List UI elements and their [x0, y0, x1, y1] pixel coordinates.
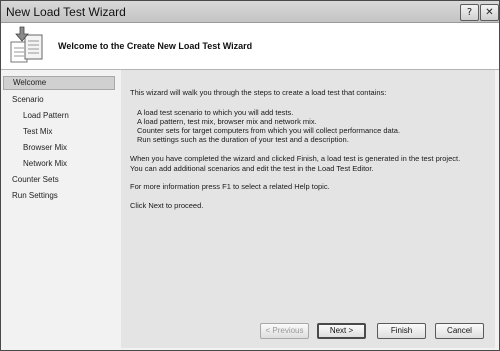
- help-note: For more information press F1 to select …: [130, 182, 330, 191]
- sidebar-item-network-mix[interactable]: Network Mix: [3, 157, 115, 171]
- finish-note-2: You can add additional scenarios and edi…: [130, 164, 374, 173]
- next-button[interactable]: Next >: [317, 323, 366, 339]
- finish-button[interactable]: Finish: [377, 323, 426, 339]
- wizard-document-icon: [10, 26, 43, 63]
- sidebar-item-run-settings[interactable]: Run Settings: [3, 189, 115, 203]
- sidebar-item-scenario[interactable]: Scenario: [3, 93, 115, 107]
- sidebar-item-browser-mix[interactable]: Browser Mix: [3, 141, 115, 155]
- wizard-content: This wizard will walk you through the st…: [121, 70, 495, 310]
- window-title: New Load Test Wizard: [6, 5, 126, 19]
- sidebar-item-welcome[interactable]: Welcome: [3, 76, 115, 90]
- sidebar-item-load-pattern[interactable]: Load Pattern: [3, 109, 115, 123]
- bullet-item: A load pattern, test mix, browser mix an…: [137, 117, 317, 126]
- cancel-button[interactable]: Cancel: [435, 323, 484, 339]
- bullet-item: A load test scenario to which you will a…: [137, 108, 294, 117]
- finish-note: When you have completed the wizard and c…: [130, 154, 461, 163]
- title-bar[interactable]: New Load Test Wizard ? ✕: [1, 1, 499, 23]
- close-button[interactable]: ✕: [480, 4, 499, 21]
- intro-text: This wizard will walk you through the st…: [130, 88, 387, 97]
- page-title: Welcome to the Create New Load Test Wiza…: [58, 41, 253, 51]
- wizard-window: New Load Test Wizard ? ✕ Welcome to the …: [0, 0, 500, 351]
- previous-button[interactable]: < Previous: [260, 323, 309, 339]
- proceed-note: Click Next to proceed.: [130, 201, 204, 210]
- bullet-item: Run settings such as the duration of you…: [137, 135, 349, 144]
- help-button[interactable]: ?: [460, 4, 479, 21]
- sidebar-item-counter-sets[interactable]: Counter Sets: [3, 173, 115, 187]
- help-icon: ?: [466, 7, 473, 18]
- bullet-item: Counter sets for target computers from w…: [137, 126, 401, 135]
- sidebar-item-test-mix[interactable]: Test Mix: [3, 125, 115, 139]
- wizard-header: Welcome to the Create New Load Test Wiza…: [1, 23, 499, 70]
- close-icon: ✕: [485, 7, 494, 18]
- wizard-sidebar: Welcome Scenario Load Pattern Test Mix B…: [1, 70, 117, 325]
